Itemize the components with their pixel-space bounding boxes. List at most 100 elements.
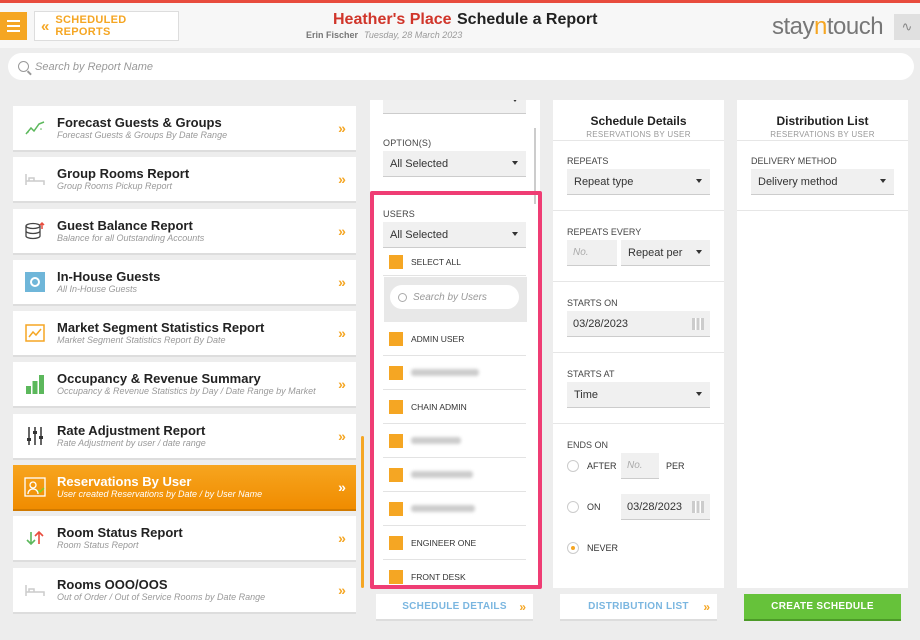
ends-on-date-input[interactable]: 03/28/2023 <box>621 494 710 520</box>
report-item-forecast-guests-groups[interactable]: Forecast Guests & Groups Forecast Guests … <box>13 106 356 152</box>
user-name-redacted <box>411 505 475 512</box>
divider <box>737 210 908 211</box>
ends-after-radio[interactable] <box>567 460 579 472</box>
user-search-input[interactable]: Search by Users <box>390 285 519 309</box>
user-search-placeholder: Search by Users <box>413 291 487 303</box>
distribution-list-title: Distribution List <box>776 114 869 128</box>
report-subtitle: Group Rooms Pickup Report <box>57 181 173 192</box>
report-item-group-rooms[interactable]: Group Rooms Report Group Rooms Pickup Rep… <box>13 157 356 204</box>
checkbox[interactable] <box>389 399 403 414</box>
caret-down-icon <box>512 100 518 102</box>
report-search-input[interactable] <box>35 60 535 73</box>
report-title: Forecast Guests & Groups <box>57 115 222 130</box>
logo-text-stay: stay <box>772 13 815 40</box>
report-item-room-status[interactable]: Room Status Report Room Status Report » <box>13 516 356 563</box>
select-all-option[interactable]: SELECT ALL <box>383 248 526 276</box>
list-item[interactable]: CHAIN ADMIN <box>383 390 526 424</box>
delivery-method-value: Delivery method <box>758 175 838 188</box>
calendar-icon[interactable] <box>692 318 704 330</box>
report-title: Guest Balance Report <box>57 217 193 233</box>
create-schedule-button-label: CREATE SCHEDULE <box>771 601 874 612</box>
ends-after-number-input[interactable]: No. <box>621 453 659 479</box>
bed-icon <box>13 172 57 186</box>
checkbox[interactable] <box>389 433 403 448</box>
schedule-details-button-label: SCHEDULE DETAILS <box>402 601 507 612</box>
caret-down-icon <box>696 179 702 183</box>
user-name-redacted <box>411 369 479 376</box>
on-label: ON <box>587 502 601 512</box>
report-list-scrollbar[interactable] <box>361 436 364 588</box>
list-item[interactable] <box>383 356 526 390</box>
filters-panel: OPTION(S) All Selected USERS All Selecte… <box>370 100 540 588</box>
divider <box>553 352 724 353</box>
report-item-occupancy-revenue[interactable]: Occupancy & Revenue Summary Occupancy & R… <box>13 362 356 409</box>
ends-on-value: 03/28/2023 <box>627 500 683 513</box>
report-subtitle: Room Status Report <box>57 540 139 551</box>
report-title: Room Status Report <box>57 525 183 541</box>
report-list: Forecast Guests & Groups Forecast Guests … <box>13 106 356 619</box>
search-icon <box>18 61 29 72</box>
ends-on-radio[interactable] <box>567 501 579 513</box>
list-item[interactable] <box>383 492 526 526</box>
checkbox[interactable] <box>389 569 403 584</box>
hamburger-menu-icon[interactable] <box>0 12 27 40</box>
checkbox[interactable] <box>389 254 403 269</box>
business-date: Tuesday, 28 March 2023 <box>364 30 463 40</box>
list-item[interactable]: ADMIN USER <box>383 322 526 356</box>
list-item[interactable]: ENGINEER ONE <box>383 526 526 560</box>
users-select[interactable]: All Selected <box>383 222 526 248</box>
double-chevron-left-icon: « <box>41 17 49 35</box>
distribution-list-button[interactable]: DISTRIBUTION LIST » <box>560 594 717 621</box>
filters-scrollbar[interactable] <box>534 128 536 204</box>
checkbox[interactable] <box>389 365 403 380</box>
report-item-reservations-by-user[interactable]: Reservations By User User created Reserva… <box>13 465 356 512</box>
repeats-every-number-input[interactable]: No. <box>567 240 617 266</box>
report-subtitle: Forecast Guests & Groups By Date Range <box>57 130 228 140</box>
line-chart-icon <box>13 324 57 342</box>
caret-down-icon <box>512 232 518 236</box>
user-search-area: Search by Users <box>384 277 527 322</box>
starts-at-label: STARTS AT <box>567 369 615 379</box>
user-name-redacted <box>411 471 473 478</box>
delivery-method-select[interactable]: Delivery method <box>751 169 894 195</box>
repeat-per-select[interactable]: Repeat per <box>621 240 710 266</box>
report-item-market-segment[interactable]: Market Segment Statistics Report Market S… <box>13 311 356 358</box>
checkbox[interactable] <box>389 501 403 516</box>
checkbox[interactable] <box>389 331 403 346</box>
starts-at-select[interactable]: Time <box>567 382 710 408</box>
report-title: Market Segment Statistics Report <box>57 320 265 336</box>
divider <box>553 423 724 424</box>
report-item-guest-balance[interactable]: Guest Balance Report Balance for all Outs… <box>13 208 356 255</box>
wave-icon[interactable]: ∿ <box>894 14 920 40</box>
repeats-select[interactable]: Repeat type <box>567 169 710 195</box>
report-item-in-house-guests[interactable]: In-House Guests All In-House Guests » <box>13 259 356 306</box>
starts-on-date-input[interactable]: 03/28/2023 <box>567 311 710 337</box>
starts-at-value: Time <box>574 388 599 401</box>
schedule-details-button[interactable]: SCHEDULE DETAILS » <box>376 594 533 621</box>
ends-never-radio[interactable] <box>567 542 579 554</box>
users-label: USERS <box>383 209 416 219</box>
divider <box>553 210 724 211</box>
calendar-icon[interactable] <box>692 501 704 513</box>
report-item-rooms-ooo-oos[interactable]: Rooms OOO/OOS Out of Order / Out of Servi… <box>13 567 356 614</box>
list-item[interactable] <box>383 458 526 492</box>
checkbox[interactable] <box>389 535 403 550</box>
double-chevron-right-icon: » <box>519 599 526 614</box>
list-item[interactable] <box>383 424 526 458</box>
search-icon <box>398 292 407 302</box>
page-title: Schedule a Report <box>457 11 598 28</box>
trend-chart-icon <box>13 120 57 136</box>
checkbox[interactable] <box>389 467 403 482</box>
list-item[interactable]: FRONT DESK <box>383 560 526 588</box>
user-name-redacted <box>411 437 461 444</box>
options-select[interactable]: All Selected <box>383 151 526 177</box>
double-chevron-right-icon: » <box>338 581 346 598</box>
divider <box>553 140 724 141</box>
report-item-rate-adjustment[interactable]: Rate Adjustment Report Rate Adjustment by… <box>13 413 356 460</box>
back-to-scheduled-reports-button[interactable]: « SCHEDULED REPORTS <box>34 11 179 41</box>
filter-select-top[interactable] <box>383 100 526 114</box>
repeat-per-value: Repeat per <box>628 246 683 259</box>
create-schedule-button[interactable]: CREATE SCHEDULE <box>744 594 901 621</box>
report-search-bar[interactable] <box>8 53 914 80</box>
ends-on-label: ENDS ON <box>567 440 609 450</box>
